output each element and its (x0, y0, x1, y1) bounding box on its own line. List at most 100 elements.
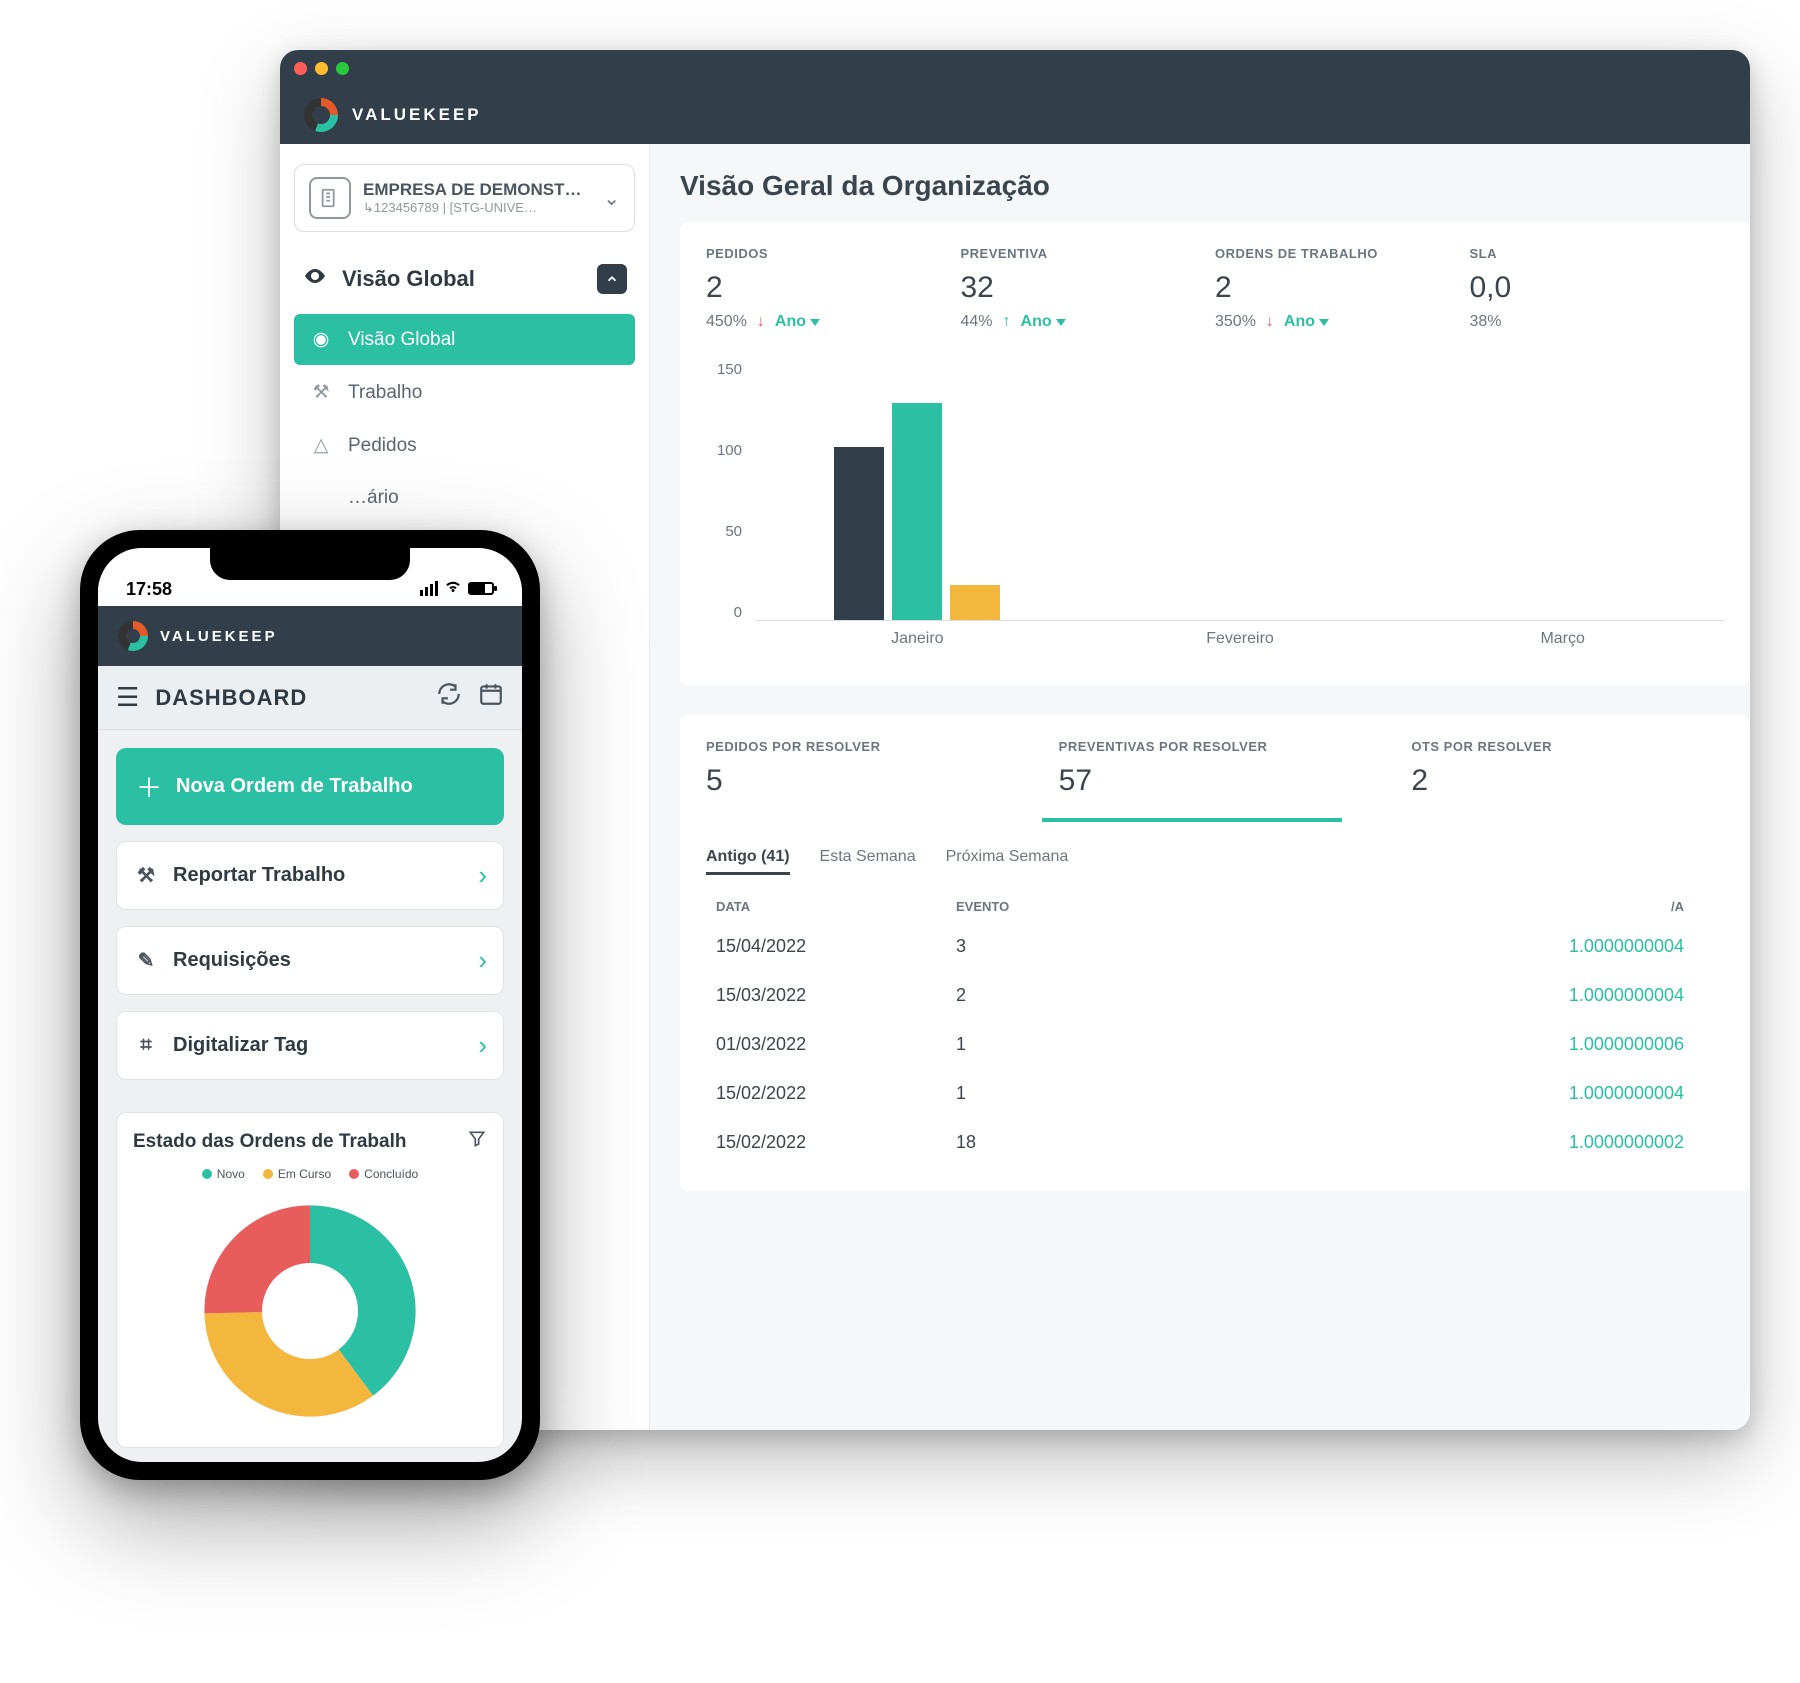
kpi-1: PREVENTIVA3244%↑Ano (961, 246, 1216, 331)
menu-icon[interactable]: ☰ (116, 682, 139, 713)
bar-group: Janeiro (756, 361, 1079, 620)
sidebar-item-1[interactable]: ⚒Trabalho (294, 367, 635, 418)
filter-icon[interactable] (467, 1129, 487, 1155)
cell-value: 1.0000000004 (1236, 985, 1714, 1006)
close-icon[interactable] (294, 62, 307, 75)
period-select[interactable]: Ano (1284, 313, 1329, 331)
kpi-pct: 450% (706, 313, 747, 331)
battery-icon (468, 582, 494, 595)
brand: VALUEKEEP (352, 105, 482, 125)
period-select[interactable]: Ano (775, 313, 820, 331)
table-row[interactable]: 15/04/202231.0000000004 (706, 922, 1724, 971)
company-sub: ↳123456789 | [STG-UNIVE… (363, 200, 591, 216)
sidebar-item-2[interactable]: △ Pedidos (294, 420, 635, 471)
kpi-card: PEDIDOS2450%↓AnoPREVENTIVA3244%↑AnoORDEN… (680, 222, 1750, 685)
cell-data: 15/02/2022 (716, 1132, 956, 1153)
kpi-3: SLA0,038% (1470, 246, 1725, 331)
chevron-down-icon: ⌄ (603, 186, 620, 211)
col-evento: EVENTO (956, 899, 1236, 914)
brand: VALUEKEEP (160, 628, 278, 645)
main-panel: Visão Geral da Organização PEDIDOS2450%↓… (650, 144, 1750, 1430)
kpi-pct: 44% (961, 313, 993, 331)
ytick: 0 (706, 604, 742, 621)
new-work-order-button[interactable]: ＋ Nova Ordem de Trabalho (116, 748, 504, 825)
nav-icon: △ (310, 434, 332, 457)
sidebar-item-0[interactable]: ◉Visão Global (294, 314, 635, 365)
mobile-action-2[interactable]: ⌗Digitalizar Tag› (116, 1011, 504, 1080)
minimize-icon[interactable] (315, 62, 328, 75)
table-row[interactable]: 15/02/2022181.0000000002 (706, 1118, 1724, 1167)
cell-value: 1.0000000006 (1236, 1034, 1714, 1055)
kpi-label: ORDENS DE TRABALHO (1215, 246, 1470, 261)
ytick: 150 (706, 361, 742, 378)
resolve-label: PREVENTIVAS POR RESOLVER (1059, 739, 1372, 754)
mobile-action-1[interactable]: ✎Requisições› (116, 926, 504, 995)
sidebar-item-3[interactable]: …ário (294, 473, 635, 523)
maximize-icon[interactable] (336, 62, 349, 75)
app-bar: VALUEKEEP (280, 86, 1750, 144)
arrow-down-icon: ↓ (1266, 313, 1274, 331)
donut-chart (190, 1191, 430, 1431)
xtick: Fevereiro (1079, 630, 1402, 648)
col-value: /A (1236, 899, 1714, 914)
mobile-action-0[interactable]: ⚒Reportar Trabalho› (116, 841, 504, 910)
cell-data: 15/02/2022 (716, 1083, 956, 1104)
refresh-icon[interactable] (436, 681, 462, 714)
resolve-card: PEDIDOS POR RESOLVER5PREVENTIVAS POR RES… (680, 715, 1750, 1191)
caret-down-icon (1056, 319, 1066, 326)
primary-label: Nova Ordem de Trabalho (176, 775, 413, 798)
bar-group: Fevereiro (1079, 361, 1402, 620)
company-selector[interactable]: EMPRESA DE DEMONST… ↳123456789 | [STG-UN… (294, 164, 635, 232)
section-header[interactable]: Visão Global (294, 258, 635, 300)
table-row[interactable]: 01/03/202211.0000000006 (706, 1020, 1724, 1069)
kpi-value: 32 (961, 271, 1216, 305)
section-label: Visão Global (342, 266, 475, 292)
ytick: 50 (706, 523, 742, 540)
tabs: Antigo (41) Esta Semana Próxima Semana (706, 842, 1724, 875)
tab-0[interactable]: Antigo (41) (706, 842, 790, 875)
action-label: Digitalizar Tag (173, 1034, 308, 1057)
table-row[interactable]: 15/02/202211.0000000004 (706, 1069, 1724, 1118)
cell-data: 15/03/2022 (716, 985, 956, 1006)
ytick: 100 (706, 442, 742, 459)
resolve-value: 2 (1411, 764, 1724, 798)
cell-evento: 3 (956, 936, 1236, 957)
resolve-value: 57 (1059, 764, 1372, 798)
collapse-button[interactable] (597, 264, 627, 294)
kpi-value: 2 (1215, 271, 1470, 305)
tab-1[interactable]: Esta Semana (820, 842, 916, 875)
card-title: Estado das Ordens de Trabalh (133, 1131, 457, 1153)
logo-icon (304, 98, 338, 132)
period-select[interactable]: Ano (1021, 313, 1066, 331)
xtick: Janeiro (756, 630, 1079, 648)
company-icon (309, 177, 351, 219)
calendar-icon[interactable] (478, 681, 504, 714)
tab-2[interactable]: Próxima Semana (946, 842, 1069, 875)
action-icon: ✎ (133, 948, 159, 973)
action-icon: ⚒ (133, 863, 159, 888)
caret-down-icon (1319, 319, 1329, 326)
xtick: Março (1401, 630, 1724, 648)
nav-label: …ário (348, 487, 399, 509)
kpi-label: SLA (1470, 246, 1725, 261)
nav-label: Pedidos (348, 435, 417, 457)
chevron-right-icon: › (478, 945, 487, 976)
cell-data: 01/03/2022 (716, 1034, 956, 1055)
page-title: Visão Geral da Organização (680, 170, 1750, 202)
cell-evento: 2 (956, 985, 1236, 1006)
mobile-title: DASHBOARD (155, 685, 420, 711)
bar-group: Março (1401, 361, 1724, 620)
phone-notch (210, 548, 410, 580)
col-data: DATA (716, 899, 956, 914)
bar-chart: 150 100 50 0 JaneiroFevereiroMarço (706, 361, 1724, 621)
table-row[interactable]: 15/03/202221.0000000004 (706, 971, 1724, 1020)
arrow-up-icon: ↑ (1003, 313, 1011, 331)
plus-icon: ＋ (136, 768, 162, 805)
donut-legend: Novo Em Curso Concluído (133, 1167, 487, 1181)
cell-value: 1.0000000004 (1236, 1083, 1714, 1104)
chevron-right-icon: › (478, 860, 487, 891)
caret-down-icon (810, 319, 820, 326)
nav-label: Trabalho (348, 382, 422, 404)
cell-evento: 1 (956, 1034, 1236, 1055)
cell-evento: 18 (956, 1132, 1236, 1153)
